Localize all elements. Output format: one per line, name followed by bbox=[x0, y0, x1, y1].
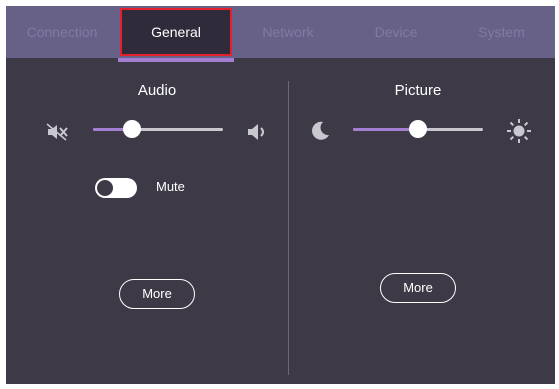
tab-connection[interactable]: Connection bbox=[6, 6, 118, 58]
audio-more-button[interactable]: More bbox=[119, 279, 195, 309]
audio-title: Audio bbox=[137, 82, 177, 99]
mute-label: Mute bbox=[156, 179, 185, 194]
mute-speaker-icon[interactable] bbox=[46, 122, 70, 142]
tab-system[interactable]: System bbox=[448, 6, 555, 58]
settings-panel: Connection General Network Device System… bbox=[6, 6, 555, 384]
section-divider bbox=[288, 81, 289, 375]
sun-icon[interactable] bbox=[506, 118, 532, 144]
brightness-slider-thumb[interactable] bbox=[409, 120, 427, 138]
brightness-slider[interactable] bbox=[353, 120, 483, 138]
picture-title: Picture bbox=[394, 82, 442, 99]
tab-bar: Connection General Network Device System bbox=[6, 6, 555, 58]
tab-network[interactable]: Network bbox=[232, 6, 344, 58]
speaker-icon[interactable] bbox=[246, 121, 268, 143]
tab-device[interactable]: Device bbox=[344, 6, 448, 58]
volume-slider[interactable] bbox=[93, 120, 223, 138]
tab-general[interactable]: General bbox=[120, 8, 232, 56]
moon-icon[interactable] bbox=[309, 120, 331, 142]
picture-more-button[interactable]: More bbox=[380, 273, 456, 303]
mute-toggle[interactable] bbox=[95, 178, 137, 198]
mute-toggle-knob bbox=[97, 180, 113, 196]
active-tab-indicator bbox=[118, 58, 234, 62]
volume-slider-thumb[interactable] bbox=[123, 120, 141, 138]
